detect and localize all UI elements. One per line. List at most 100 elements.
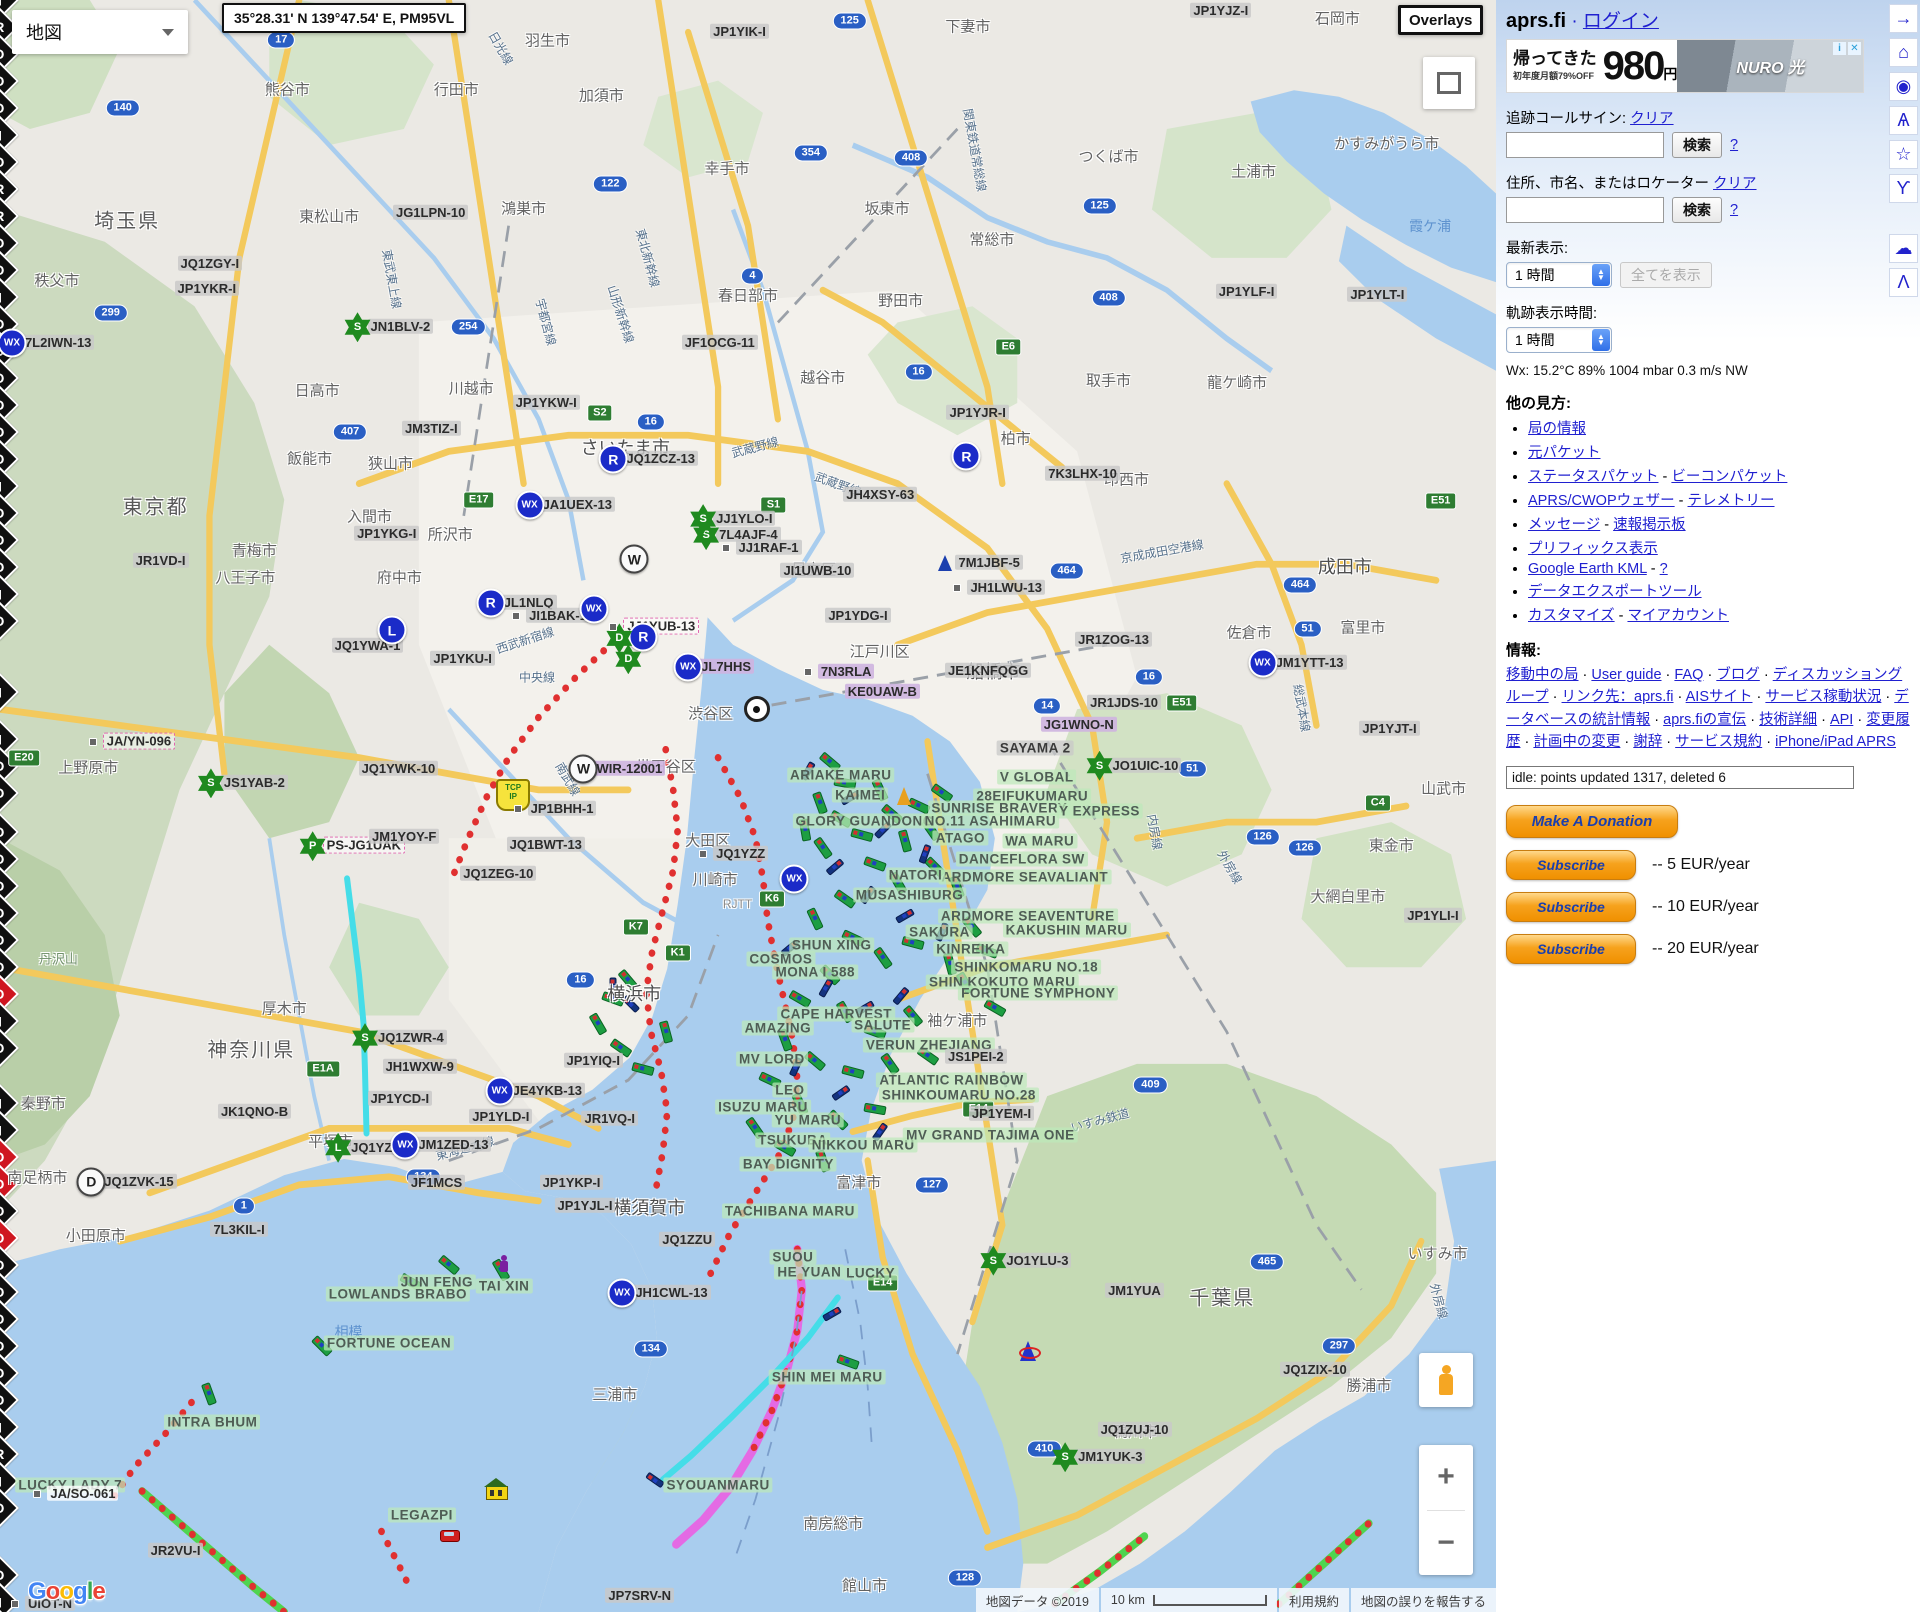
station-callsign-label[interactable]: JP1YIK-I	[710, 24, 769, 39]
station-callsign-label[interactable]: JS1YAB-2	[221, 775, 288, 790]
ship-name-label[interactable]: LUCKY	[843, 1266, 898, 1281]
station-marker-circle[interactable]: WX	[674, 653, 703, 682]
ship-name-label[interactable]: LEGAZPI	[388, 1508, 456, 1523]
ship-name-label[interactable]: GLORY GUANDONG	[793, 813, 937, 828]
ship-name-label[interactable]: NO.11 ASAHIMARU	[922, 813, 1060, 828]
tower-icon[interactable]: Ѧ	[1889, 106, 1918, 135]
info-link[interactable]: FAQ	[1674, 667, 1703, 683]
station-callsign-label[interactable]: JP1YCD-I	[368, 1091, 433, 1106]
station-callsign-label[interactable]: JM1YTT-13	[1273, 654, 1347, 669]
station-callsign-label[interactable]: JP1YIQ-I	[564, 1052, 623, 1067]
station-marker-circle[interactable]: R	[629, 622, 658, 651]
station-callsign-label[interactable]: JQ1ZCZ-13	[623, 451, 698, 466]
station-marker-circle[interactable]: WX	[515, 490, 544, 519]
station-callsign-label[interactable]: JH1WXW-9	[383, 1059, 457, 1074]
station-callsign-label[interactable]: KE0UAW-B	[845, 683, 920, 698]
station-callsign-label[interactable]: JF1MCS	[408, 1175, 465, 1190]
other-view-link[interactable]: プリフィックス表示	[1528, 541, 1658, 557]
station-callsign-label[interactable]: JO1UIC-10	[1110, 757, 1182, 772]
station-callsign-label[interactable]: JP1YKU-I	[430, 651, 495, 666]
subscribe-button[interactable]: Subscribe	[1506, 892, 1636, 922]
report-error-link[interactable]: 地図の誤りを報告する	[1351, 1588, 1496, 1612]
info-link[interactable]: User guide	[1591, 667, 1661, 683]
weather-icon[interactable]: ☁	[1889, 234, 1918, 263]
other-view-link[interactable]: マイアカウント	[1627, 608, 1729, 624]
other-view-link[interactable]: 速報掲示板	[1613, 517, 1686, 533]
track-callsign-input[interactable]	[1506, 132, 1664, 158]
info-link[interactable]: 技術詳細	[1759, 712, 1817, 728]
track-clear-link[interactable]: クリア	[1630, 111, 1674, 127]
ship-name-label[interactable]: KAIMEI	[832, 787, 888, 802]
pegman-control[interactable]	[1419, 1353, 1473, 1407]
station-callsign-label[interactable]: JP1YKP-I	[540, 1175, 604, 1190]
boat-icon[interactable]	[938, 555, 952, 571]
donation-button[interactable]: Make A Donation	[1506, 805, 1678, 838]
ship-name-label[interactable]: SHINKOMARU NO.18	[951, 960, 1101, 975]
station-marker-circle[interactable]: WX	[1248, 648, 1277, 677]
ship-name-label[interactable]: SYOUANMARU	[663, 1477, 772, 1492]
station-callsign-label[interactable]: 7L3KIL-I	[210, 1222, 267, 1237]
station-callsign-label[interactable]: JQ1ZGY-I	[178, 256, 243, 271]
station-callsign-label[interactable]: JM1YUA	[1105, 1283, 1164, 1298]
station-marker-circle[interactable]: WX	[780, 864, 809, 893]
other-view-link[interactable]: 局の情報	[1528, 421, 1586, 437]
other-view-link[interactable]: Google Earth KML	[1528, 561, 1647, 577]
station-callsign-label[interactable]: JQ1ZIX-10	[1280, 1362, 1350, 1377]
other-view-link[interactable]: APRS/CWOPウェザー	[1528, 493, 1675, 509]
station-marker-circle[interactable]: L	[377, 616, 406, 645]
tower-icon[interactable]	[897, 787, 911, 805]
zoom-out-button[interactable]: −	[1419, 1511, 1473, 1576]
station-callsign-label[interactable]: JP1YKW-I	[513, 395, 580, 410]
info-link[interactable]: iPhone/iPad APRS	[1775, 734, 1896, 750]
ship-name-label[interactable]: SALUTE	[851, 1018, 914, 1033]
station-callsign-label[interactable]: JP1YDG-I	[825, 608, 890, 623]
station-callsign-label[interactable]: JQ1ZWR-4	[375, 1030, 447, 1045]
other-view-link[interactable]: 元パケット	[1528, 445, 1601, 461]
info-link[interactable]: aprs.fiの宣伝	[1663, 712, 1746, 728]
station-callsign-label[interactable]: JP7SRV-N	[605, 1588, 674, 1603]
ship-name-label[interactable]: ARIAKE MARU	[787, 768, 895, 783]
station-callsign-label[interactable]: JP1YLD-I	[469, 1109, 532, 1124]
station-callsign-label[interactable]: 7M1JBF-5	[955, 554, 1022, 569]
zoom-control[interactable]: + −	[1419, 1445, 1473, 1575]
station-marker-circle[interactable]: WX	[391, 1130, 420, 1159]
ship-name-label[interactable]: MUSASHIBURG	[853, 887, 967, 902]
ship-name-label[interactable]: ATAGO	[933, 831, 988, 846]
info-link[interactable]: リンク先：aprs.fi	[1562, 689, 1674, 705]
ship-name-label[interactable]: ATLANTIC RAINBOW	[876, 1073, 1026, 1088]
station-marker-circle[interactable]: R	[952, 442, 981, 471]
station-callsign-label[interactable]: JP1YKR-I	[175, 280, 240, 295]
info-link[interactable]: AISサイト	[1686, 689, 1753, 705]
station-dot[interactable]	[722, 544, 730, 552]
antenna-icon[interactable]	[1020, 1341, 1036, 1361]
station-callsign-label[interactable]: JA/SO-061	[47, 1486, 118, 1501]
station-callsign-label[interactable]: JE4YKB-13	[510, 1083, 585, 1098]
info-link[interactable]: API	[1830, 712, 1853, 728]
ship-name-label[interactable]: FORTUNE SYMPHONY	[958, 985, 1118, 1000]
terms-link[interactable]: 利用規約	[1279, 1588, 1349, 1612]
station-callsign-label[interactable]: 7N3RLA	[818, 664, 875, 679]
ship-name-label[interactable]: AMAZING	[742, 1021, 815, 1036]
station-callsign-label[interactable]: JP1YKG-I	[354, 525, 419, 540]
station-callsign-label[interactable]: JP1YJR-I	[946, 404, 1008, 419]
ship-name-label[interactable]: YU MARU	[772, 1113, 845, 1128]
station-callsign-label[interactable]: JA/YN-096	[103, 732, 175, 749]
station-callsign-label[interactable]: JR1JDS-10	[1087, 695, 1161, 710]
map-canvas[interactable]: 地図 35°28.31' N 139°47.54' E, PM95VL Over…	[0, 0, 1496, 1612]
station-callsign-label[interactable]: JH1CWL-13	[632, 1285, 710, 1300]
station-callsign-label[interactable]: JP1YLI-I	[1404, 907, 1461, 922]
station-callsign-label[interactable]: JO1YLU-3	[1003, 1252, 1071, 1267]
ship-name-label[interactable]: TACHIBANA MARU	[722, 1203, 858, 1218]
station-dot[interactable]	[89, 738, 97, 746]
latest-display-select[interactable]: 1 時間▲▼	[1506, 262, 1612, 288]
other-view-link[interactable]: カスタマイズ	[1528, 608, 1615, 624]
ship-name-label[interactable]: SHIN MEI MARU	[769, 1369, 886, 1384]
station-callsign-label[interactable]: JA1UEX-13	[540, 496, 615, 511]
other-view-link[interactable]: メッセージ	[1528, 517, 1600, 533]
station-callsign-label[interactable]: JQ1YZZ	[713, 846, 768, 861]
station-callsign-label[interactable]: JQ1ZEG-10	[460, 865, 536, 880]
station-marker-circle[interactable]: R	[476, 588, 505, 617]
address-search-button[interactable]: 検索	[1672, 197, 1722, 223]
subscribe-button[interactable]: Subscribe	[1506, 850, 1636, 880]
info-link[interactable]: ブログ	[1716, 667, 1760, 683]
